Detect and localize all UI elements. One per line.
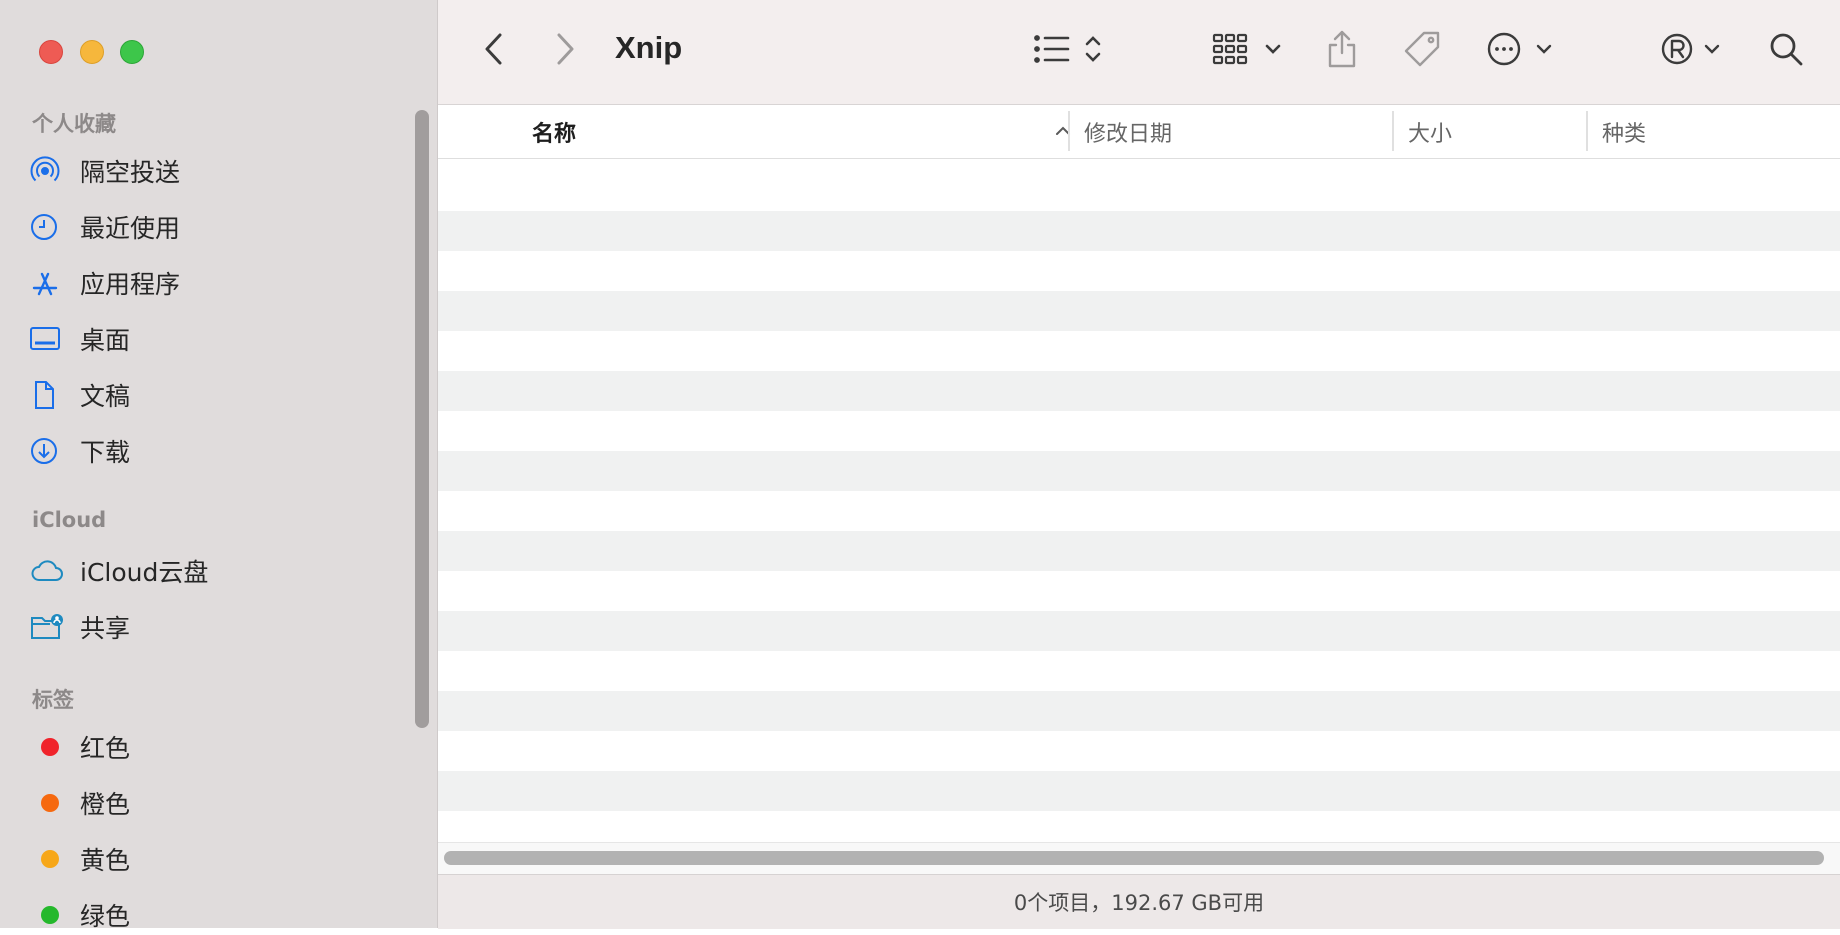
sidebar-item-tag-green[interactable]: 绿色 [30, 895, 130, 935]
empty-row [438, 531, 1840, 571]
column-header-modified[interactable]: 修改日期 [1084, 105, 1384, 158]
empty-row [438, 371, 1840, 411]
sidebar-item-recents[interactable]: 最近使用 [30, 207, 180, 247]
forward-button[interactable] [545, 26, 585, 76]
sidebar-item-applications[interactable]: 应用程序 [30, 263, 180, 303]
empty-row [438, 611, 1840, 651]
tag-color-dot-icon [30, 839, 72, 879]
share-button[interactable] [1322, 26, 1362, 76]
sidebar-item-label: 桌面 [80, 326, 131, 355]
download-icon [30, 431, 72, 471]
sidebar-item-label: 最近使用 [80, 214, 181, 243]
sidebar-item-desktop[interactable]: 桌面 [30, 319, 130, 359]
file-list[interactable] [438, 159, 1840, 842]
view-mode-button[interactable] [1030, 26, 1110, 76]
group-by-button[interactable] [1210, 26, 1286, 76]
share-icon [1325, 29, 1359, 73]
back-chevron-icon [483, 32, 505, 70]
sidebar-item-label: iCloud云盘 [80, 558, 209, 587]
extension-menu-button[interactable] [1660, 26, 1726, 76]
tags-section-label: 标签 [32, 688, 74, 712]
more-actions-button[interactable] [1486, 26, 1558, 76]
sidebar-item-icloud-drive[interactable]: iCloud云盘 [30, 551, 208, 591]
sidebar-item-shared[interactable]: 共享 [30, 607, 130, 647]
column-header-label: 名称 [532, 121, 577, 147]
column-header-label: 修改日期 [1084, 121, 1173, 147]
favorites-section-label: 个人收藏 [32, 112, 116, 136]
column-header-kind[interactable]: 种类 [1602, 105, 1822, 158]
sidebar-item-airdrop[interactable]: 隔空投送 [30, 151, 180, 191]
sidebar-item-label: 共享 [80, 614, 131, 643]
empty-row [438, 211, 1840, 251]
sidebar-item-label: 隔空投送 [80, 158, 181, 187]
sidebar-item-tag-red[interactable]: 红色 [30, 727, 130, 767]
sidebar-item-label: 下载 [80, 438, 131, 467]
list-view-icon [1030, 32, 1110, 70]
clock-icon [30, 207, 72, 247]
sidebar-item-label: 红色 [80, 734, 131, 763]
column-header-size[interactable]: 大小 [1408, 105, 1588, 158]
close-window-button[interactable] [39, 40, 63, 64]
sidebar-item-label: 黄色 [80, 846, 131, 875]
back-button[interactable] [474, 26, 514, 76]
empty-row [438, 291, 1840, 331]
registered-extension-icon [1660, 31, 1726, 71]
sidebar: 个人收藏 隔空投送 最近使用 应用程序 桌面 文稿 下载 iCloud iClo… [0, 0, 438, 931]
empty-row [438, 159, 1840, 199]
zoom-window-button[interactable] [120, 40, 144, 64]
column-divider[interactable] [1586, 111, 1588, 151]
column-divider[interactable] [1068, 111, 1070, 151]
document-icon [30, 375, 72, 415]
shared-folder-icon [30, 607, 72, 647]
tag-color-dot-icon [30, 727, 72, 767]
sidebar-scrollbar[interactable] [415, 110, 429, 728]
minimize-window-button[interactable] [80, 40, 104, 64]
horizontal-scrollbar[interactable] [444, 851, 1824, 865]
tag-button[interactable] [1400, 26, 1444, 76]
tag-color-dot-icon [30, 783, 72, 823]
status-bar: 0个项目，192.67 GB可用 [438, 874, 1840, 929]
window-title: Xnip [615, 30, 683, 65]
sidebar-item-documents[interactable]: 文稿 [30, 375, 130, 415]
applications-icon [30, 263, 72, 303]
list-header: 名称 修改日期 大小 种类 [438, 105, 1840, 159]
icloud-section-label: iCloud [32, 508, 107, 532]
column-header-label: 种类 [1602, 121, 1647, 147]
empty-row [438, 691, 1840, 731]
forward-chevron-icon [554, 32, 576, 70]
cloud-icon [30, 551, 72, 591]
empty-row [438, 771, 1840, 811]
column-divider[interactable] [1392, 111, 1394, 151]
status-text: 0个项目，192.67 GB可用 [1013, 891, 1265, 915]
column-header-name[interactable]: 名称 [532, 105, 1072, 158]
search-button[interactable] [1764, 26, 1808, 76]
sidebar-item-label: 橙色 [80, 790, 131, 819]
more-actions-icon [1486, 31, 1558, 71]
sidebar-item-label: 应用程序 [80, 270, 181, 299]
tag-color-dot-icon [30, 895, 72, 935]
sidebar-item-downloads[interactable]: 下载 [30, 431, 130, 471]
sidebar-item-tag-orange[interactable]: 橙色 [30, 783, 130, 823]
desktop-icon [30, 319, 72, 359]
sidebar-item-label: 文稿 [80, 382, 131, 411]
tag-icon [1402, 29, 1442, 73]
airdrop-icon [30, 151, 72, 191]
empty-row [438, 451, 1840, 491]
search-icon [1768, 31, 1804, 71]
sidebar-item-tag-yellow[interactable]: 黄色 [30, 839, 130, 879]
group-view-icon [1210, 32, 1286, 70]
column-header-label: 大小 [1408, 121, 1453, 147]
